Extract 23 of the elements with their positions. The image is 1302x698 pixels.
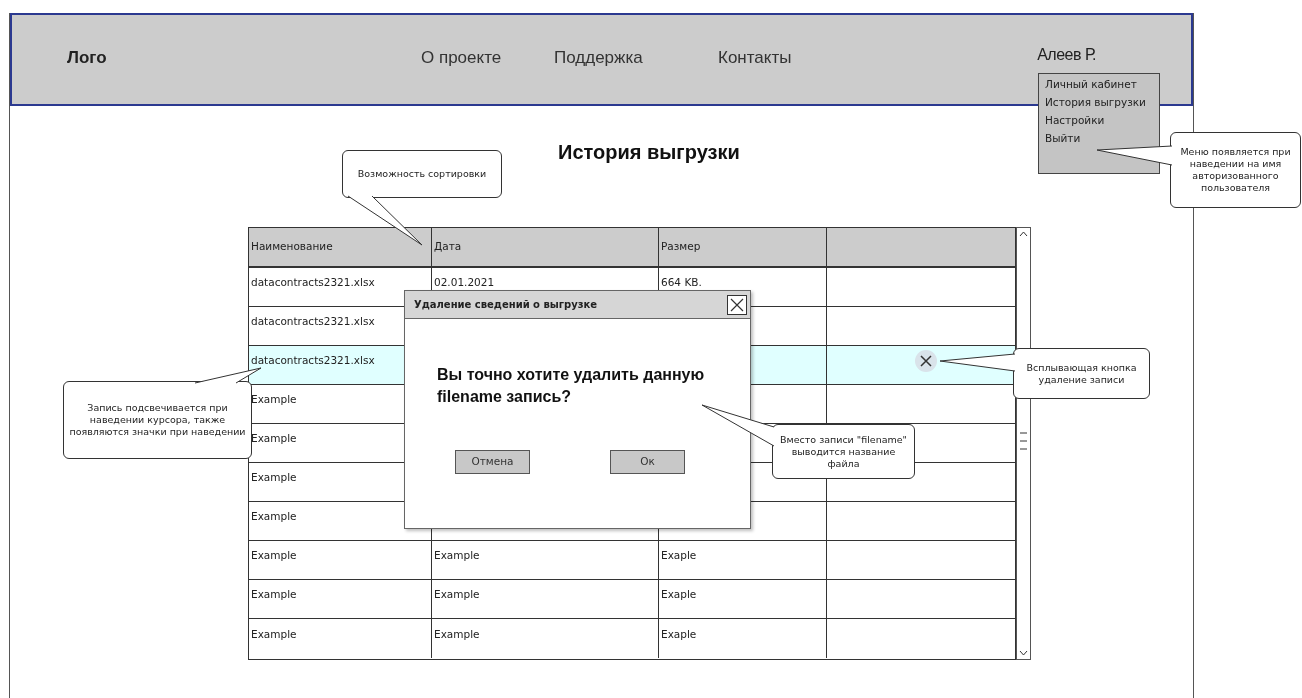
table-cell-text: Exaple: [661, 626, 697, 642]
table-cell: Example: [251, 431, 297, 447]
callout: Вместо записи "filename" выводится название файла: [772, 424, 915, 479]
table-cell-text: Example: [434, 626, 480, 642]
table-cell: datacontracts2321.xlsx: [251, 314, 375, 330]
table-cell: Exaple: [661, 587, 697, 603]
table-cell: Example: [434, 548, 480, 564]
table-cell-text: Example: [251, 626, 297, 642]
page-title: История выгрузки: [558, 140, 740, 165]
table-cell: datacontracts2321.xlsx: [251, 275, 375, 291]
callout: Всплывающая кнопка удаление записи: [1013, 348, 1150, 399]
table-cell: 02.01.2021: [434, 275, 495, 291]
table-cell: Example: [251, 548, 297, 564]
table-cell: Example: [434, 587, 480, 603]
table-cell: 664 KB.: [661, 275, 702, 291]
dialog-message: Вы точно хотите удалить данную filename запись?: [437, 365, 706, 407]
table-cell: Example: [251, 392, 297, 408]
table-cell: Example: [251, 509, 297, 525]
callout: Меню появляется при наведении на имя авторизованного пользователя: [1170, 132, 1301, 208]
table-cell: Example: [251, 587, 297, 603]
table-cell: Exaple: [661, 548, 697, 564]
table-cell: Example: [251, 470, 297, 486]
table-cell: datacontracts2321.xlsx: [251, 353, 375, 369]
